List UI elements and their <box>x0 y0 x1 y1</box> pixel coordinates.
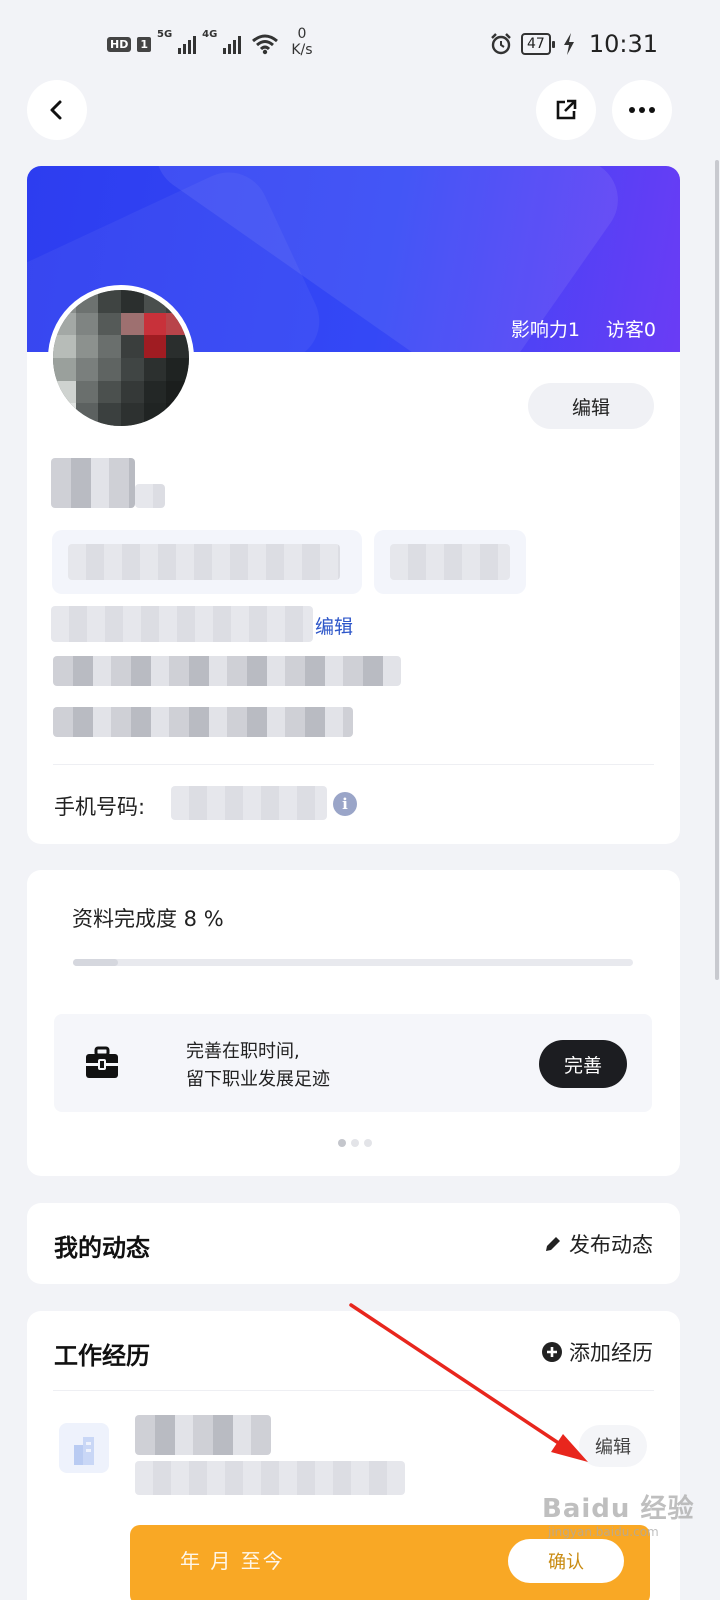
avatar[interactable] <box>48 285 194 431</box>
publish-dynamic-label: 发布动态 <box>569 1233 653 1257</box>
tip-line-1: 完善在职时间, <box>186 1041 300 1062</box>
redacted-tag-text <box>68 544 340 580</box>
signal-icon-2 <box>223 34 242 54</box>
influence-stat[interactable]: 影响力1 <box>511 315 580 342</box>
complete-button[interactable]: 完善 <box>539 1040 627 1088</box>
share-button[interactable] <box>536 80 596 140</box>
completion-tip-text: 完善在职时间, 留下职业发展足迹 <box>186 1038 330 1094</box>
ellipsis-icon <box>629 107 655 113</box>
profile-stats: 影响力1 访客0 <box>511 315 656 342</box>
add-experience-label: 添加经历 <box>569 1341 653 1365</box>
redacted-detail-2 <box>53 707 353 737</box>
company-logo <box>59 1423 109 1473</box>
battery-level: 47 <box>521 33 555 55</box>
chevron-left-icon <box>50 100 62 120</box>
redacted-company-name <box>135 1415 271 1455</box>
edit-intro-link[interactable]: 编辑 <box>315 612 353 639</box>
redacted-phone <box>171 786 327 820</box>
network-5g-label: 5G <box>157 29 173 40</box>
plus-circle-icon <box>542 1342 562 1362</box>
share-out-icon <box>556 99 577 120</box>
redacted-name <box>51 458 135 508</box>
tip-line-2: 留下职业发展足迹 <box>186 1069 330 1090</box>
carousel-dot[interactable] <box>351 1139 359 1147</box>
confirm-button[interactable]: 确认 <box>508 1539 624 1583</box>
phone-label: 手机号码: <box>54 795 146 819</box>
back-button[interactable] <box>27 80 87 140</box>
hd-badge: HD <box>107 36 132 52</box>
network-speed: 0 K/s <box>291 26 312 58</box>
completion-progress-fill <box>73 959 118 966</box>
completion-progress <box>73 959 633 966</box>
charging-icon <box>563 33 574 55</box>
scrollbar[interactable] <box>714 160 720 980</box>
status-bar-right: 47 10:31 <box>489 30 658 58</box>
edit-profile-button[interactable]: 编辑 <box>528 383 654 429</box>
status-bar-left: HD 1 5G 4G 0 K/s <box>107 26 313 58</box>
status-bar: HD 1 5G 4G 0 K/s 47 10:31 <box>0 0 720 80</box>
work-experience-title: 工作经历 <box>54 1342 150 1370</box>
profile-tag-2 <box>374 530 526 594</box>
info-icon[interactable]: i <box>333 792 357 816</box>
more-button[interactable] <box>612 80 672 140</box>
carousel-dot[interactable] <box>364 1139 372 1147</box>
profile-tag <box>52 530 362 594</box>
redacted-position <box>135 1461 405 1495</box>
publish-dynamic-button[interactable]: 发布动态 <box>543 1229 653 1259</box>
completion-tip[interactable]: 完善在职时间, 留下职业发展足迹 完善 <box>54 1014 652 1112</box>
profile-divider <box>53 764 654 765</box>
speed-value: 0 <box>297 26 307 42</box>
alarm-icon <box>491 33 511 55</box>
signal-icon <box>178 34 197 54</box>
tenure-text: 年 月 至今 <box>180 1549 285 1573</box>
carousel-dots <box>338 1139 372 1147</box>
profile-card: 影响力1 访客0 编辑 编辑 手机号码: i <box>27 166 680 844</box>
completion-title: 资料完成度 8 % <box>72 907 224 931</box>
scrollbar-thumb[interactable] <box>715 160 719 980</box>
visitors-stat[interactable]: 访客0 <box>606 315 656 342</box>
profile-completion-card: 资料完成度 8 % 完善在职时间, 留下职业发展足迹 完善 <box>27 870 680 1176</box>
redacted-name-tail <box>135 484 165 508</box>
briefcase-icon <box>86 1046 118 1078</box>
redacted-detail-1 <box>53 656 401 686</box>
edit-experience-button[interactable]: 编辑 <box>579 1425 647 1467</box>
watermark-main: Baidu 经验 <box>542 1494 695 1524</box>
sim-badge: 1 <box>137 36 151 52</box>
carousel-dot[interactable] <box>338 1139 346 1147</box>
wifi-icon <box>252 34 279 55</box>
speed-unit: K/s <box>291 42 313 58</box>
my-dynamics-title: 我的动态 <box>54 1234 150 1262</box>
work-divider <box>53 1390 654 1391</box>
watermark-sub: jingyan.baidu.com <box>548 1525 659 1539</box>
clock: 10:31 <box>588 30 658 58</box>
pencil-icon <box>546 1237 560 1251</box>
redacted-tag-text-2 <box>390 544 510 580</box>
network-4g-label: 4G <box>202 29 218 40</box>
baidu-watermark: Baidu 经验 jingyan.baidu.com <box>542 1488 694 1539</box>
building-icon <box>74 1437 94 1465</box>
my-dynamics-card: 我的动态 发布动态 <box>27 1203 680 1284</box>
redacted-intro <box>51 606 313 642</box>
work-experience-card: 工作经历 添加经历 编辑 年 月 至今 确认 <box>27 1311 680 1600</box>
add-experience-button[interactable]: 添加经历 <box>541 1337 653 1367</box>
